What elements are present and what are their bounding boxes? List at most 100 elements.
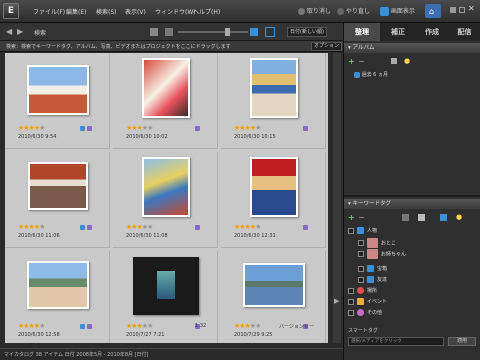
sort-select[interactable]: 日付(新しい順) [287,27,327,37]
keyword-tag-icon [357,298,364,305]
keyword-item[interactable]: 宝箱 [358,265,387,272]
keyword-checkbox[interactable] [358,251,364,257]
keyword-item[interactable]: 友達 [358,276,387,283]
tag-icon[interactable] [418,214,425,221]
home-button[interactable]: ⌂ [425,4,441,18]
photo-thumbnail[interactable] [28,162,88,210]
remove-keyword-icon[interactable]: − [358,213,365,222]
single-view-icon[interactable] [250,28,258,36]
keyword-item[interactable]: 人物 [348,227,377,234]
star-rating[interactable]: ★★★★★ [18,125,45,132]
keyword-checkbox[interactable] [358,265,364,272]
minimize-icon[interactable] [450,7,456,13]
tab-share[interactable]: 配信 [448,23,480,41]
add-album-icon[interactable]: + [348,57,355,66]
options-button[interactable]: オプション [311,42,343,51]
edit-album-icon[interactable] [391,58,397,64]
smart-tags-label[interactable]: スマートタグ [348,327,378,334]
lightbulb-icon[interactable]: ● [404,57,410,65]
menu-find[interactable]: 検索(S) [96,7,117,16]
star-rating[interactable]: ★★★★★ [234,323,261,330]
scrollbar[interactable]: ▶ [333,53,341,343]
add-keyword-icon[interactable]: + [348,213,355,222]
keyword-tag-icon [367,238,378,248]
keyword-header[interactable]: ▾ キーワードタグ [344,199,480,209]
keyword-bulb-icon[interactable]: ● [456,213,462,221]
keyword-header-label: キーワードタグ [352,201,392,207]
keyword-checkbox[interactable] [348,227,354,234]
album-header[interactable]: ▾ アルバム [344,43,480,53]
keyword-checkbox[interactable] [348,298,354,305]
search-label[interactable]: 検索 [34,28,46,37]
keyword-input[interactable]: 選択/メディアをクリック [348,337,444,346]
photo-thumbnail[interactable] [250,58,298,118]
menu-file[interactable]: ファイル(F) [33,7,65,16]
view-icon[interactable] [150,28,158,36]
scroll-arrow-icon[interactable]: ▶ [334,297,339,305]
tag-badge-icon [303,126,308,131]
photo-cell[interactable]: ★★★★★ 2010/6/30 12:58 [5,251,110,343]
photo-cell[interactable]: ★★★★★ 2010/6/30 9:54 [5,53,110,149]
maximize-icon[interactable] [459,7,465,13]
star-rating[interactable]: ★★★★★ [126,224,153,231]
photo-thumbnail[interactable] [133,257,199,315]
thumbnail-icon[interactable] [165,28,173,36]
keyword-checkbox[interactable] [348,287,354,294]
tab-create[interactable]: 作成 [416,23,448,41]
tab-organize[interactable]: 整理 [344,23,380,41]
photo-cell[interactable]: ★★★★★ 2010/6/30 10:15 [221,53,326,149]
keyword-label: おとこ [381,240,397,247]
view-keyword-icon[interactable] [440,214,447,221]
display-button[interactable]: 画面表示 [380,6,415,16]
keyword-item[interactable]: 場所 [348,287,377,294]
photo-cell[interactable]: ★★★★★ 2010/6/30 11:08 [113,152,218,248]
remove-album-icon[interactable]: − [358,57,365,66]
photo-cell[interactable]: ★★★★★ 2010/6/30 10:02 [113,53,218,149]
menu-help[interactable]: ヘルプ(H) [193,7,220,16]
star-rating[interactable]: ★★★★★ [18,224,45,231]
photo-cell[interactable]: ★★★★★ 2010/7/27 7:21 1:32 [113,251,218,343]
zoom-slider[interactable] [178,31,248,33]
redo-button[interactable]: やり直し [337,6,370,15]
tag-badge-icon [195,225,200,230]
apply-button[interactable]: 適用 [448,337,476,346]
keyword-item[interactable]: その他 [348,309,382,316]
keyword-item[interactable]: イベント [348,298,387,305]
photo-thumbnail[interactable] [27,261,89,309]
photo-thumbnail[interactable] [27,65,89,115]
keyword-item[interactable]: おとこ [358,238,396,248]
menu-window[interactable]: ウィンドウ(W) [155,7,196,16]
keyword-checkbox[interactable] [358,276,364,283]
keyword-item[interactable]: お姉ちゃん [358,249,406,259]
redo-icon [337,8,344,15]
fullscreen-icon[interactable] [265,27,275,37]
star-rating[interactable]: ★★★★★ [126,125,153,132]
star-rating[interactable]: ★★★★★ [234,125,261,132]
album-item[interactable]: 過去 6 ヵ月 [354,71,388,78]
forward-icon[interactable]: ▶ [17,28,23,36]
star-rating[interactable]: ★★★★★ [18,323,45,330]
undo-button[interactable]: 取り消し [298,6,331,15]
photo-cell[interactable]: ★★★★★ 2010/6/30 12:31 [221,152,326,248]
photo-thumbnail[interactable] [142,58,190,118]
tab-fix[interactable]: 補正 [380,23,416,41]
close-icon[interactable]: ✕ [468,4,475,13]
photo-cell[interactable]: ★★★★★ 2010/6/30 11:06 [5,152,110,248]
edit-keyword-icon[interactable] [402,214,409,221]
tag-badge-icon [87,225,92,230]
back-icon[interactable]: ◀ [6,28,12,36]
search-bar[interactable]: 検索：検索でキーワードタグ、アルバム、写真、ビデオまたはプロジェクトをここにドラ… [0,41,343,52]
menu-edit[interactable]: 編集(E) [66,7,86,16]
zoom-handle[interactable] [225,28,230,36]
photo-thumbnail[interactable] [243,263,305,307]
keyword-checkbox[interactable] [358,240,364,246]
right-panel: 整理 補正 作成 配信 ▾ アルバム + − ● 過去 6 ヵ月 ▾ キーワード… [343,23,480,360]
photo-thumbnail[interactable] [250,157,298,217]
keyword-checkbox[interactable] [348,309,354,316]
menu-view[interactable]: 表示(V) [125,7,146,16]
keyword-tag-icon [357,287,364,294]
star-rating[interactable]: ★★★★★ [126,323,153,330]
photo-thumbnail[interactable] [142,157,190,217]
star-rating[interactable]: ★★★★★ [234,224,261,231]
photo-cell[interactable]: ★★★★★ 2010/7/29 9:25 バージョンセー [221,251,326,343]
